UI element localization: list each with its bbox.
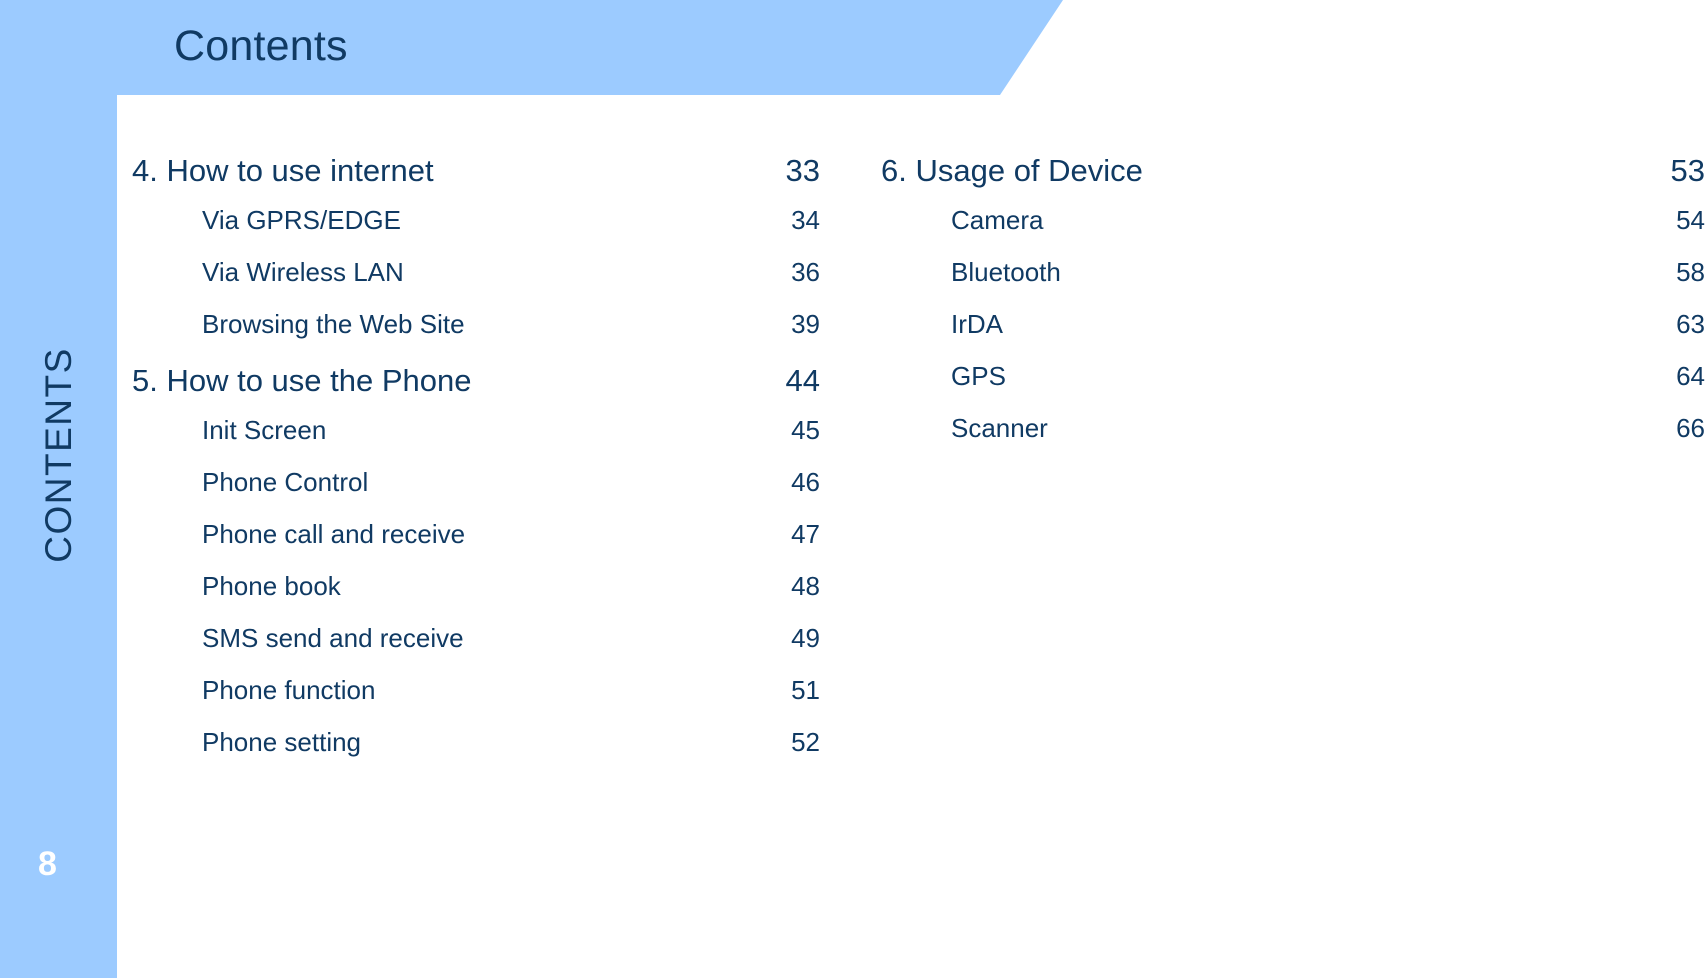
- page-number: 8: [38, 845, 57, 883]
- contents-page: Contents CONTENTS 8 4. How to use intern…: [0, 0, 1705, 978]
- content-panel: [117, 95, 1705, 978]
- page-title: Contents: [174, 22, 348, 70]
